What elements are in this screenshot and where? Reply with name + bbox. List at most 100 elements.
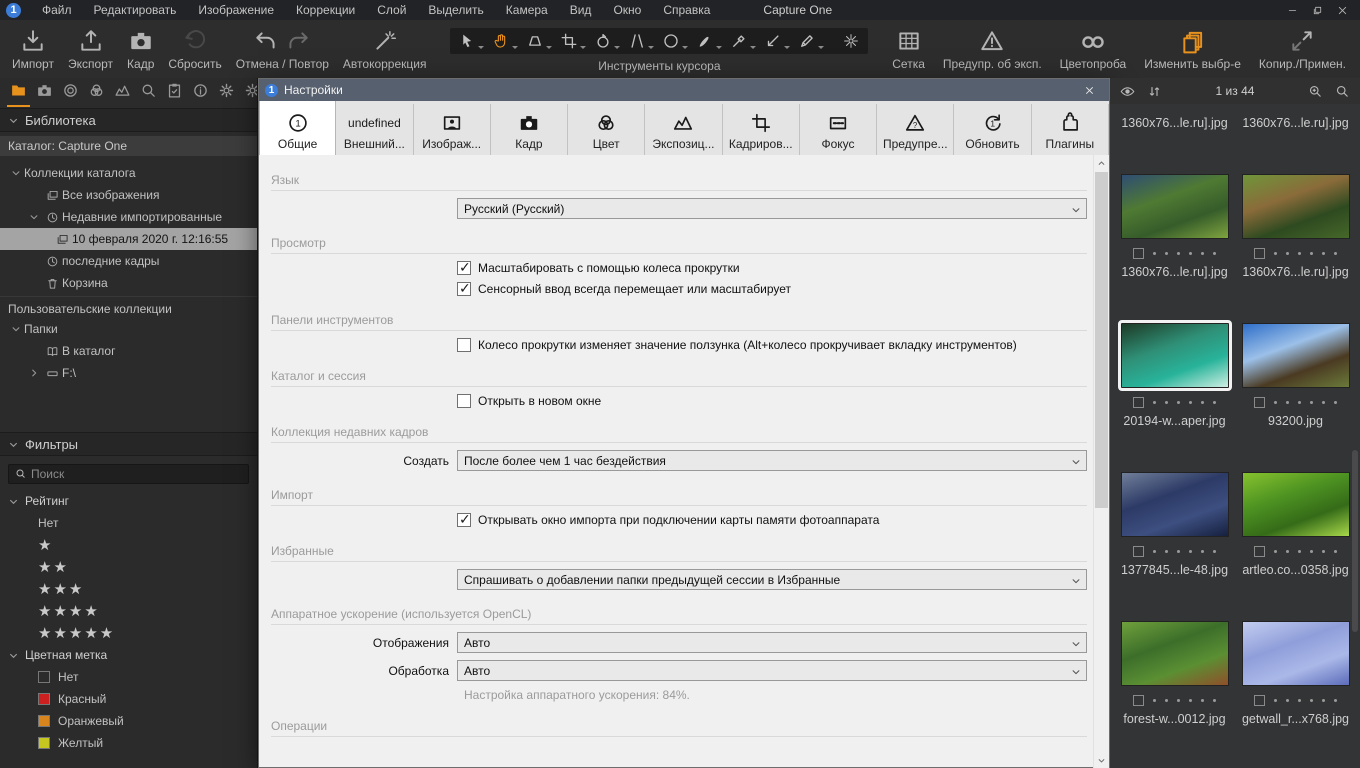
- color-label-item[interactable]: Нет: [0, 666, 257, 688]
- toolbar-button-undo-redo[interactable]: Отмена / Повтор: [236, 20, 329, 78]
- cursor-tool-dropper[interactable]: [726, 30, 760, 52]
- tree-item[interactable]: Все изображения: [0, 184, 257, 206]
- menu-item[interactable]: Камера: [495, 1, 559, 19]
- thumbnail-checkbox[interactable]: [1133, 546, 1144, 557]
- checkbox-icon[interactable]: [457, 259, 471, 276]
- cursor-tool-crop[interactable]: [556, 30, 590, 52]
- menu-item[interactable]: Выделить: [417, 1, 494, 19]
- filters-header[interactable]: Фильтры: [0, 432, 257, 456]
- thumbnail-image[interactable]: [1241, 323, 1350, 388]
- settings-checkbox[interactable]: Открыть в новом окне: [457, 394, 601, 408]
- thumbnail-checkbox[interactable]: [1254, 695, 1265, 706]
- tool-tab-metadata[interactable]: [166, 82, 183, 105]
- cursor-tool-pencil[interactable]: [794, 30, 828, 52]
- rating-filter-item[interactable]: Нет: [0, 512, 257, 534]
- toolbar-button-wand[interactable]: Автокоррекция: [343, 20, 426, 78]
- scroll-down-icon[interactable]: [1094, 752, 1109, 768]
- toolbar-button-export[interactable]: Экспорт: [68, 20, 113, 78]
- thumbnail-cell[interactable]: 1360x76...le.ru].jpg: [1235, 110, 1356, 130]
- settings-checkbox[interactable]: Открывать окно импорта при подключении к…: [457, 511, 879, 528]
- settings-tab-picture[interactable]: Изображ...: [413, 104, 491, 155]
- thumbnail-cell[interactable]: 1360x76...le.ru].jpg: [1114, 110, 1235, 130]
- toolbar-button-copies[interactable]: Изменить выбр-е: [1144, 20, 1241, 78]
- settings-tab-crop[interactable]: Кадриров...: [722, 104, 800, 155]
- tool-tab-gear[interactable]: [218, 82, 235, 105]
- thumbnail-cell[interactable]: getwall_r...x768.jpg: [1235, 621, 1356, 726]
- scroll-up-icon[interactable]: [1094, 155, 1109, 171]
- search-input[interactable]: [31, 467, 211, 481]
- color-label-item[interactable]: Желтый: [0, 732, 257, 754]
- rating-filter-item[interactable]: ★★★★: [0, 600, 257, 622]
- cursor-tool-rotate[interactable]: [590, 30, 624, 52]
- menu-item[interactable]: Справка: [652, 1, 721, 19]
- rating-filter-item[interactable]: ★★★: [0, 578, 257, 600]
- thumbnail-cell[interactable]: 1360x76...le.ru].jpg: [1235, 174, 1356, 279]
- tree-item[interactable]: В каталог: [0, 340, 257, 362]
- eye-filter-icon[interactable]: [1120, 84, 1135, 99]
- tool-tab-gear[interactable]: [244, 82, 257, 105]
- rating-filter-item[interactable]: ★: [0, 534, 257, 556]
- thumbnail-cell[interactable]: 20194-w...aper.jpg: [1114, 320, 1235, 428]
- chevron-down-icon[interactable]: [26, 212, 42, 222]
- tree-item[interactable]: Пользовательские коллекции: [0, 296, 257, 318]
- settings-dropdown[interactable]: После более чем 1 час бездействия: [457, 450, 1087, 471]
- rating-header[interactable]: Рейтинг: [0, 490, 257, 512]
- settings-dropdown[interactable]: Авто: [457, 632, 1087, 653]
- checkbox-icon[interactable]: [457, 511, 471, 528]
- rating-filter-item[interactable]: ★★★★★: [0, 622, 257, 644]
- menu-item[interactable]: Окно: [602, 1, 652, 19]
- menu-item[interactable]: Файл: [31, 1, 83, 19]
- thumbnail-cell[interactable]: forest-w...0012.jpg: [1114, 621, 1235, 726]
- settings-dropdown[interactable]: Авто: [457, 660, 1087, 681]
- thumbnail-cell[interactable]: 93200.jpg: [1235, 323, 1356, 428]
- scrollbar-thumb[interactable]: [1095, 172, 1108, 508]
- search-box[interactable]: [8, 464, 249, 484]
- settings-tab-circled-1[interactable]: 1 Общие: [259, 101, 337, 155]
- tool-tab-info[interactable]: [192, 82, 209, 105]
- thumbnail-image[interactable]: [1120, 472, 1229, 537]
- thumbnail-image[interactable]: [1120, 621, 1229, 686]
- tree-item[interactable]: Коллекции каталога: [0, 162, 257, 184]
- thumbnail-image[interactable]: [1120, 174, 1229, 239]
- thumbnail-image[interactable]: [1241, 472, 1350, 537]
- settings-tab-color-wheels[interactable]: Цвет: [568, 104, 646, 155]
- thumbnail-checkbox[interactable]: [1133, 397, 1144, 408]
- chevron-right-icon[interactable]: [26, 368, 42, 378]
- thumbnail-cell[interactable]: artleo.co...0358.jpg: [1235, 472, 1356, 577]
- thumbnail-checkbox[interactable]: [1254, 397, 1265, 408]
- settings-tab-camera-filled[interactable]: Кадр: [490, 104, 569, 155]
- tool-tab-folder[interactable]: [7, 82, 30, 107]
- cursor-tool-hand[interactable]: [488, 30, 522, 52]
- tree-item[interactable]: 10 февраля 2020 г. 12:16:55: [0, 228, 257, 250]
- settings-tab-focus[interactable]: Фокус: [799, 104, 878, 155]
- menu-item[interactable]: Изображение: [187, 1, 285, 19]
- menu-item[interactable]: Вид: [559, 1, 603, 19]
- menu-item[interactable]: Слой: [366, 1, 417, 19]
- sort-icon[interactable]: [1147, 84, 1162, 99]
- catalog-selector[interactable]: Каталог: Capture One: [0, 136, 257, 156]
- settings-tab-refresh-1[interactable]: 1 Обновить: [954, 104, 1032, 155]
- cursor-tool-brush[interactable]: [692, 30, 726, 52]
- thumbnail-image[interactable]: [1241, 174, 1350, 239]
- toolbar-button-glasses[interactable]: Цветопроба: [1060, 20, 1126, 78]
- tree-item[interactable]: Корзина: [0, 272, 257, 294]
- tree-item[interactable]: последние кадры: [0, 250, 257, 272]
- menu-item[interactable]: Коррекции: [285, 1, 366, 19]
- chevron-down-icon[interactable]: [8, 324, 24, 334]
- settings-tab-eye[interactable]: undefined Внешний...: [336, 104, 414, 155]
- thumbnail-cell[interactable]: 1377845...le-48.jpg: [1114, 472, 1235, 577]
- magnifier-icon[interactable]: [1335, 84, 1350, 99]
- tool-tab-lens[interactable]: [62, 82, 79, 105]
- zoom-plus-icon[interactable]: [1308, 84, 1323, 99]
- toolbar-button-copy-apply[interactable]: Копир./Примен.: [1259, 20, 1346, 78]
- restore-icon[interactable]: [1312, 5, 1323, 16]
- scrollbar-track[interactable]: [1095, 172, 1108, 751]
- tree-item[interactable]: F:\: [0, 362, 257, 384]
- cursor-tool-cursor[interactable]: [454, 30, 488, 52]
- thumbnail-cell[interactable]: 1360x76...le.ru].jpg: [1114, 174, 1235, 279]
- cursor-tool-circle[interactable]: [658, 30, 692, 52]
- dialog-titlebar[interactable]: 1 Настройки: [259, 79, 1109, 101]
- library-header[interactable]: Библиотека: [0, 108, 257, 132]
- toolbar-button-grid[interactable]: Сетка: [892, 20, 925, 78]
- rating-filter-item[interactable]: ★★: [0, 556, 257, 578]
